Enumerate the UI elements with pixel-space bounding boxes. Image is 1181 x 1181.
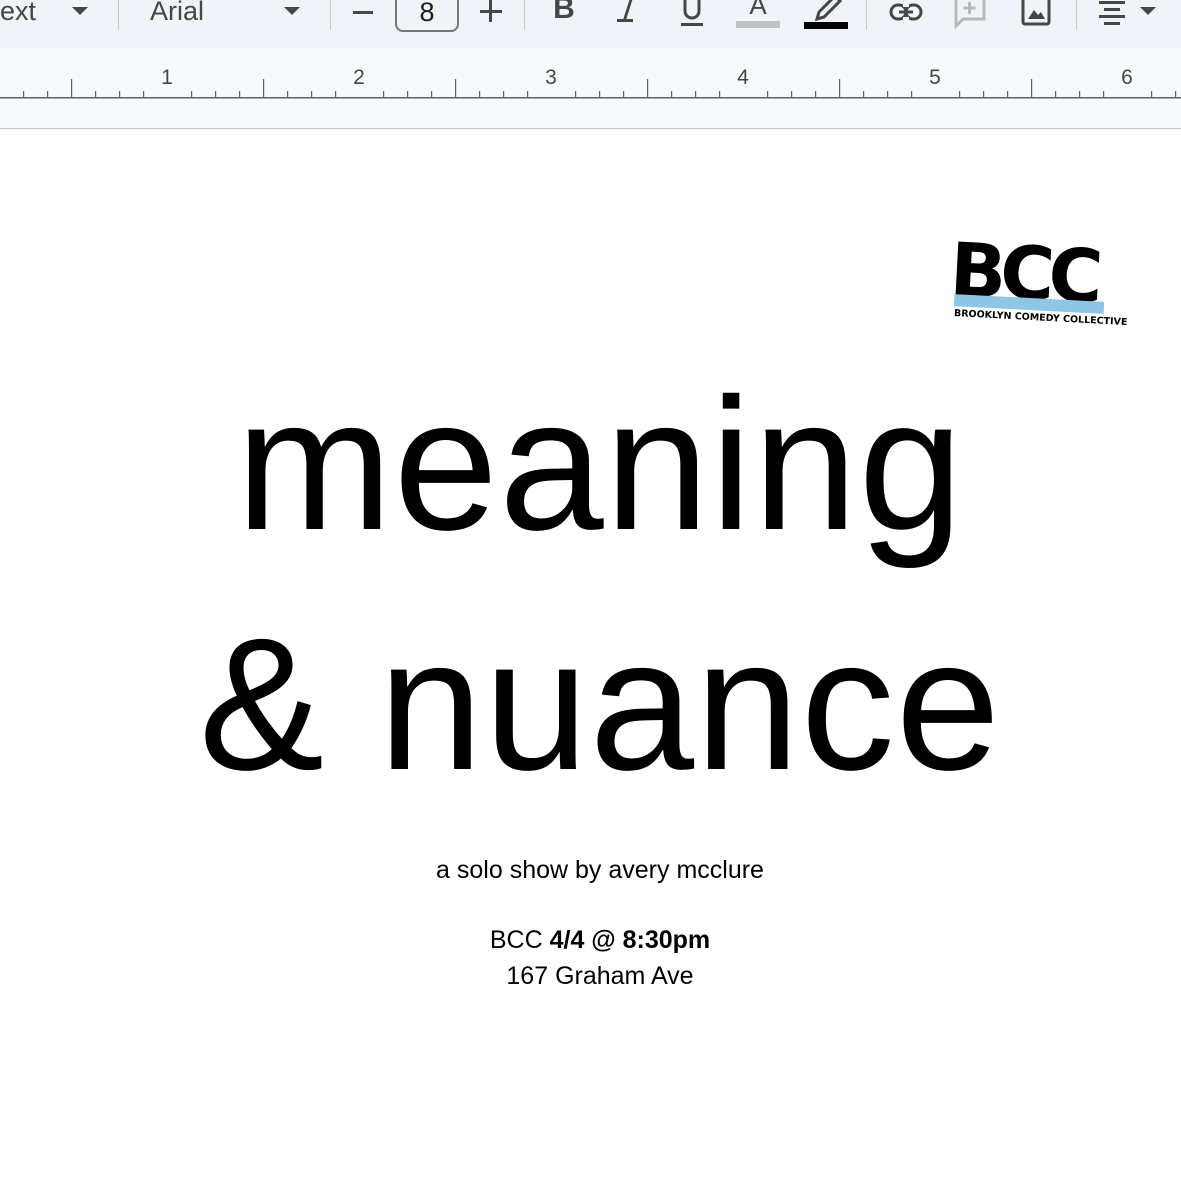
ruler-tick	[1007, 91, 1009, 97]
font-size-input[interactable]: 8	[395, 0, 459, 32]
ruler-tick	[1079, 91, 1081, 97]
ruler-tick	[671, 91, 673, 97]
venue-name: BCC	[489, 926, 543, 954]
ruler-tick	[239, 91, 241, 97]
ruler-tick	[863, 91, 865, 97]
divider	[330, 0, 331, 30]
ruler-tick	[287, 91, 289, 97]
highlight-pen-icon	[804, 0, 848, 29]
ruler-tick	[575, 91, 577, 97]
ruler-tick	[119, 91, 121, 97]
underline-button[interactable]	[676, 0, 708, 30]
paragraph-style-label: ext	[0, 0, 37, 26]
ruler-tick	[335, 91, 337, 97]
divider	[866, 0, 867, 30]
ruler-label: 5	[929, 66, 941, 89]
title-line-2: & nuance	[198, 599, 1002, 809]
ruler-tick	[959, 91, 961, 97]
underline-icon	[681, 0, 703, 26]
bold-icon: B	[553, 0, 575, 25]
ruler-tick	[407, 91, 409, 97]
ruler-tick	[983, 91, 985, 97]
comment-add-icon	[954, 0, 986, 29]
ruler-label: 1	[161, 66, 173, 89]
ruler-tick	[455, 79, 457, 97]
divider	[524, 0, 525, 30]
chevron-down-icon[interactable]	[282, 4, 302, 18]
ruler-tick	[839, 79, 841, 97]
event-line: BCC 4/4 @ 8:30pm	[0, 926, 1181, 955]
bcc-logo: BCC BROOKLYN COMEDY COLLECTIVE	[948, 227, 1128, 330]
ruler-tick	[1175, 91, 1177, 97]
ruler-tick	[1151, 91, 1153, 97]
ruler-tick	[1055, 91, 1057, 97]
ruler-divider	[0, 128, 1181, 129]
ruler-tick	[1031, 79, 1033, 97]
decrease-font-size-button[interactable]	[350, 0, 376, 24]
insert-image-button[interactable]	[1018, 0, 1054, 30]
byline: a solo show by avery mcclure	[436, 856, 764, 884]
ruler-tick	[215, 91, 217, 97]
ruler-tick	[191, 91, 193, 97]
ruler-tick	[95, 91, 97, 97]
paragraph-style-dropdown[interactable]: ext	[0, 0, 60, 31]
font-dropdown[interactable]: Arial	[150, 0, 240, 31]
ruler-label: 6	[1121, 66, 1133, 89]
text-color-swatch	[736, 21, 780, 28]
ruler-tick	[71, 79, 73, 97]
align-center-icon	[1099, 1, 1125, 25]
ruler-tick	[791, 91, 793, 97]
italic-icon	[617, 0, 633, 22]
ruler-tick	[695, 91, 697, 97]
align-button[interactable]	[1094, 0, 1130, 28]
ruler-label: 4	[737, 66, 749, 89]
bold-button[interactable]: B	[548, 0, 580, 29]
document-page[interactable]: BCC BROOKLYN COMEDY COLLECTIVE meaning &…	[0, 130, 1181, 1181]
chevron-down-icon[interactable]	[70, 4, 90, 18]
ruler-tick	[479, 91, 481, 97]
increase-font-size-button[interactable]	[478, 0, 504, 24]
divider	[118, 0, 119, 30]
italic-button[interactable]	[612, 0, 644, 29]
ruler-tick	[263, 79, 265, 97]
ruler-tick	[887, 91, 889, 97]
ruler-tick	[527, 91, 529, 97]
ruler-label: 2	[353, 66, 365, 89]
highlight-color-button[interactable]	[802, 0, 850, 30]
ruler-tick	[815, 91, 817, 97]
divider	[1076, 0, 1077, 30]
ruler-tick	[719, 91, 721, 97]
plus-icon	[480, 0, 502, 22]
ruler-tick	[311, 91, 313, 97]
ruler-tick	[503, 91, 505, 97]
font-size-value: 8	[419, 0, 435, 27]
ruler-baseline	[0, 97, 1181, 99]
ruler-tick	[767, 91, 769, 97]
add-comment-button[interactable]	[952, 0, 988, 30]
font-name-label: Arial	[150, 0, 205, 26]
ruler-tick	[431, 91, 433, 97]
minus-icon	[353, 11, 373, 14]
link-icon	[889, 3, 923, 21]
ruler-tick	[383, 91, 385, 97]
ruler-tick	[647, 79, 649, 97]
ruler-tick	[623, 91, 625, 97]
venue-address: 167 Graham Ave	[506, 962, 694, 990]
ruler-tick	[23, 91, 25, 97]
title-line-1: meaning	[235, 359, 965, 569]
toolbar: ext Arial 8 B A	[0, 0, 1181, 48]
ruler-tick	[911, 91, 913, 97]
ruler-tick	[47, 91, 49, 97]
text-color-button[interactable]: A	[734, 0, 782, 30]
ruler-label: 3	[545, 66, 557, 89]
image-icon	[1021, 0, 1051, 26]
ruler-tick	[143, 91, 145, 97]
event-date-time: 4/4 @ 8:30pm	[549, 926, 711, 954]
insert-link-button[interactable]	[886, 0, 926, 26]
ruler-ticks[interactable]: 1 2 3 4 5 6	[0, 48, 1181, 128]
ruler-tick	[1103, 91, 1105, 97]
chevron-down-icon[interactable]	[1138, 4, 1158, 18]
ruler-tick	[599, 91, 601, 97]
text-color-icon: A	[749, 0, 767, 20]
